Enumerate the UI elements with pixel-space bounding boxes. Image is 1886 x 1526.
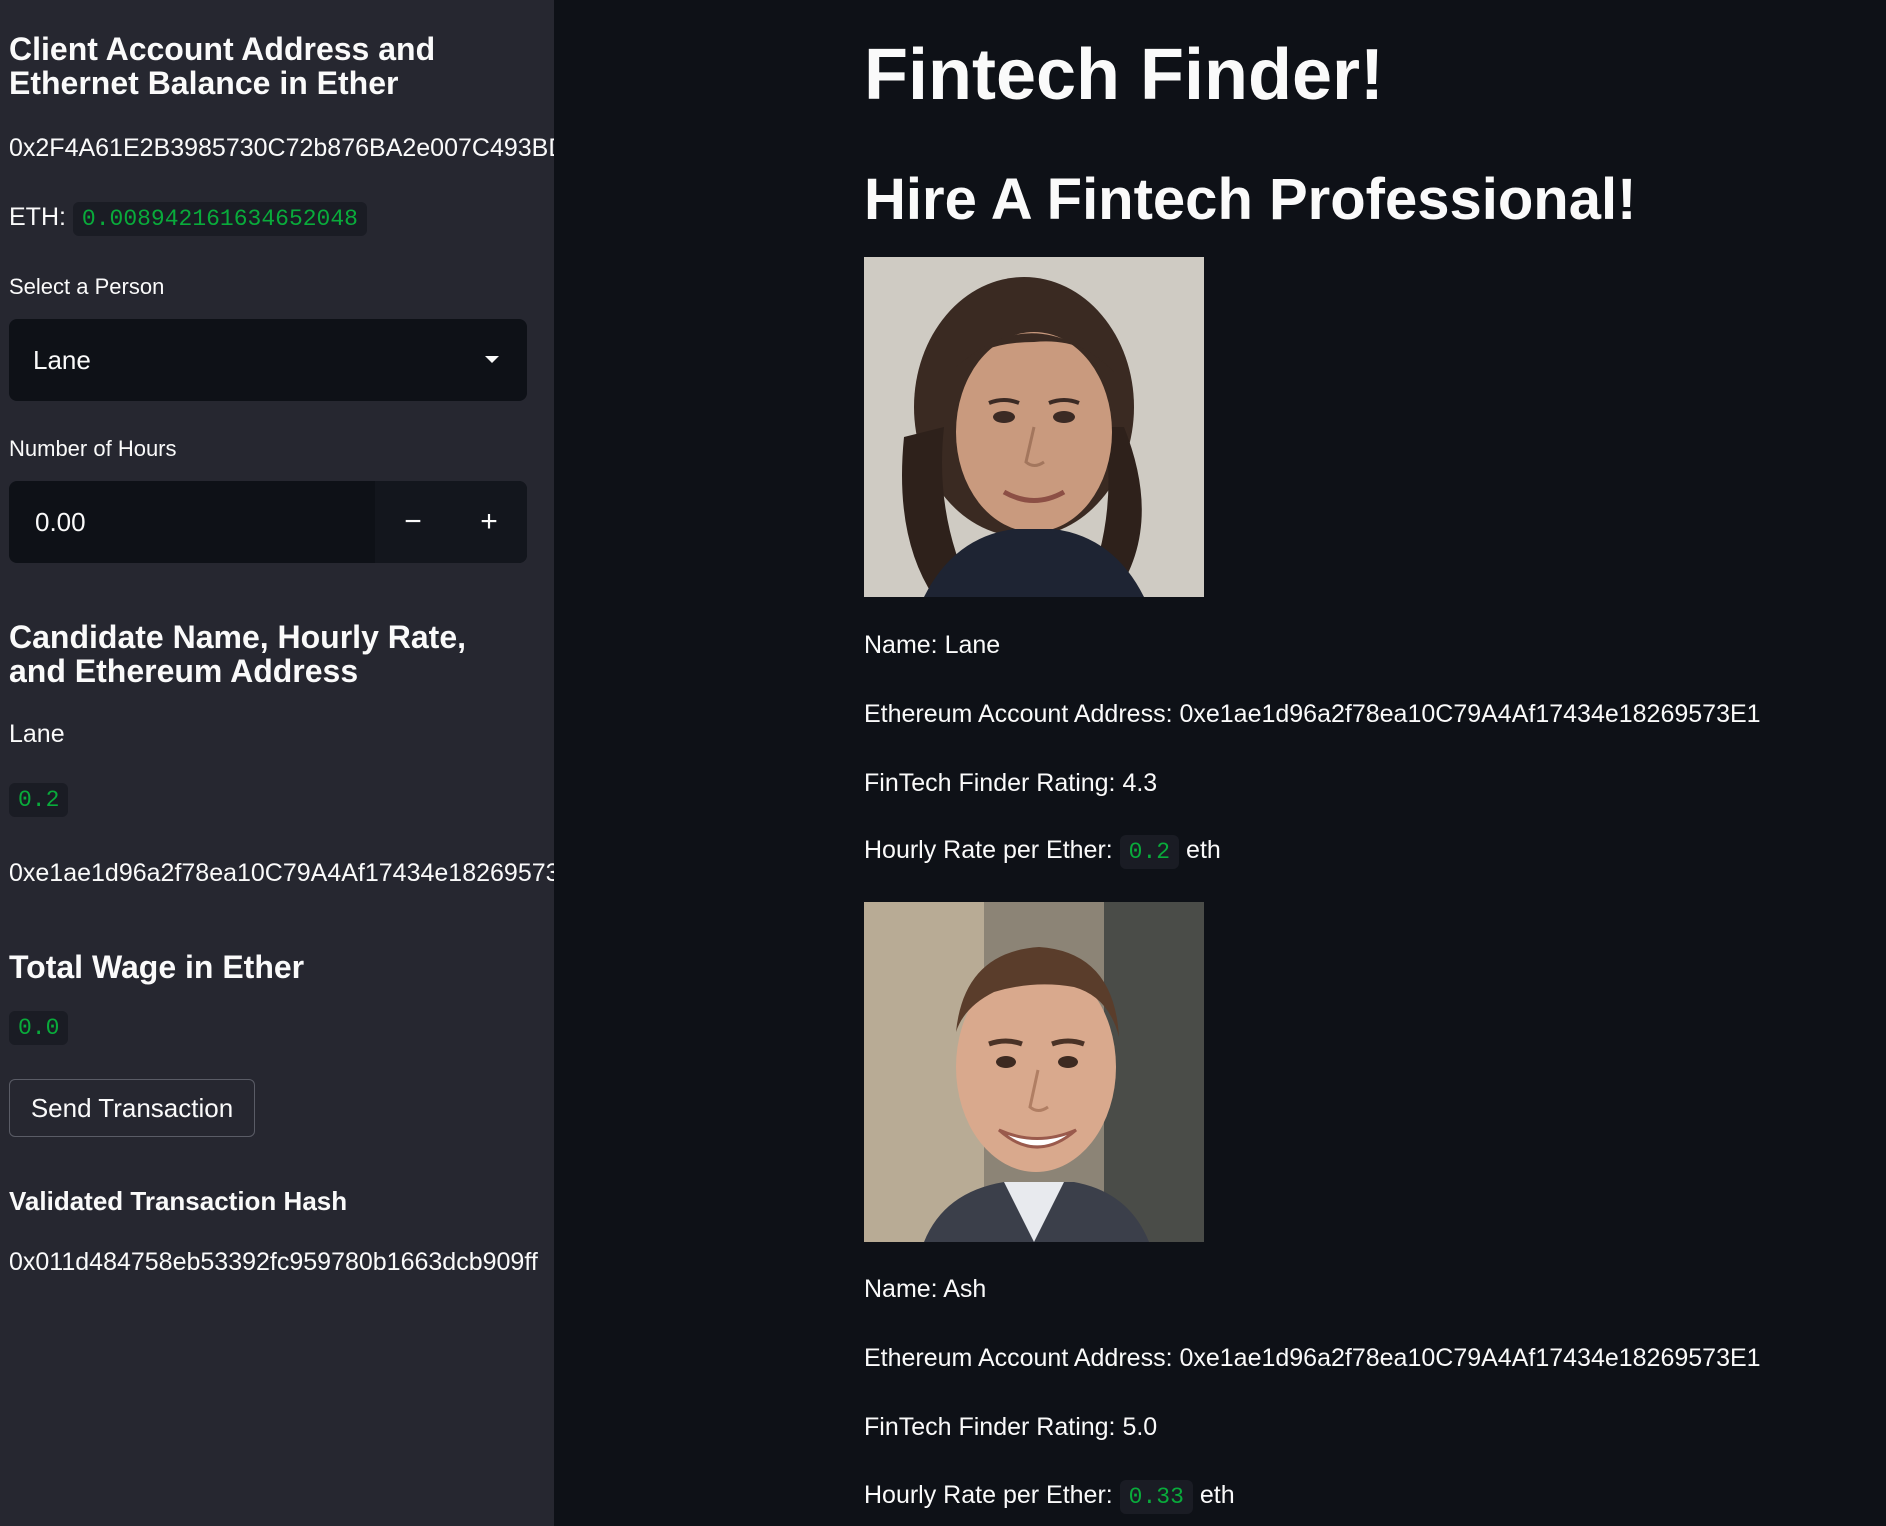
candidate-name: Lane — [9, 720, 65, 748]
candidate-1-address: Ethereum Account Address: 0xe1ae1d96a2f7… — [864, 700, 1761, 728]
client-account-address: 0x2F4A61E2B3985730C72b876BA2e007C493BD — [9, 134, 554, 162]
wage-row: 0.0 — [9, 1011, 69, 1045]
candidate-2-rate-label: Hourly Rate per Ether: — [864, 1481, 1113, 1509]
candidate-2-rate-row: Hourly Rate per Ether: 0.33 eth — [864, 1480, 1235, 1514]
eth-balance-value: 0.008942161634652048 — [72, 202, 367, 236]
candidate-1-rate-unit: eth — [1186, 836, 1221, 864]
candidate-rate-value: 0.2 — [9, 783, 69, 817]
sidebar: Client Account Address and Ethernet Bala… — [0, 0, 554, 1526]
hours-value[interactable]: 0.00 — [35, 507, 86, 538]
candidate-1-rate-row: Hourly Rate per Ether: 0.2 eth — [864, 835, 1221, 869]
candidate-heading: Candidate Name, Hourly Rate, and Ethereu… — [9, 619, 466, 689]
decrement-button[interactable]: − — [375, 481, 451, 563]
candidate-2-address: Ethereum Account Address: 0xe1ae1d96a2f7… — [864, 1344, 1761, 1372]
main-content: Fintech Finder! Hire A Fintech Professio… — [554, 0, 1886, 1526]
page-subtitle: Hire A Fintech Professional! — [864, 167, 1637, 232]
candidate-2-rate-value: 0.33 — [1119, 1480, 1193, 1514]
candidate-photo-ash — [864, 902, 1204, 1242]
hash-heading: Validated Transaction Hash — [9, 1186, 348, 1216]
select-person-value: Lane — [33, 345, 91, 375]
account-heading: Client Account Address and Ethernet Bala… — [9, 31, 436, 101]
eth-label: ETH: — [9, 203, 66, 231]
wage-heading: Total Wage in Ether — [9, 949, 305, 985]
select-person-dropdown[interactable]: Lane — [9, 319, 527, 401]
candidate-1-rate-value: 0.2 — [1119, 835, 1180, 869]
candidate-2-rate-unit: eth — [1199, 1481, 1235, 1509]
candidate-1-name: Name: Lane — [864, 631, 1001, 659]
hours-label: Number of Hours — [9, 436, 177, 461]
wage-value: 0.0 — [9, 1011, 69, 1045]
transaction-hash: 0x011d484758eb53392fc959780b1663dcb909ff — [9, 1248, 538, 1276]
send-transaction-button[interactable]: Send Transaction — [9, 1079, 255, 1137]
candidate-rate-row: 0.2 — [9, 783, 69, 817]
candidate-1-rating: FinTech Finder Rating: 4.3 — [864, 769, 1158, 797]
candidate-2-rating: FinTech Finder Rating: 5.0 — [864, 1413, 1158, 1441]
chevron-down-icon — [485, 356, 499, 363]
candidate-photo-lane — [864, 257, 1204, 597]
eth-balance-row: ETH: 0.008942161634652048 — [9, 202, 367, 236]
candidate-address: 0xe1ae1d96a2f78ea10C79A4Af17434e18269573 — [9, 859, 554, 887]
candidate-1-rate-label: Hourly Rate per Ether: — [864, 836, 1113, 864]
select-person-label: Select a Person — [9, 274, 165, 299]
hours-number-input[interactable]: 0.00 − + — [9, 481, 527, 563]
increment-button[interactable]: + — [451, 481, 527, 563]
page-title: Fintech Finder! — [864, 35, 1384, 115]
candidate-2-name: Name: Ash — [864, 1275, 987, 1303]
